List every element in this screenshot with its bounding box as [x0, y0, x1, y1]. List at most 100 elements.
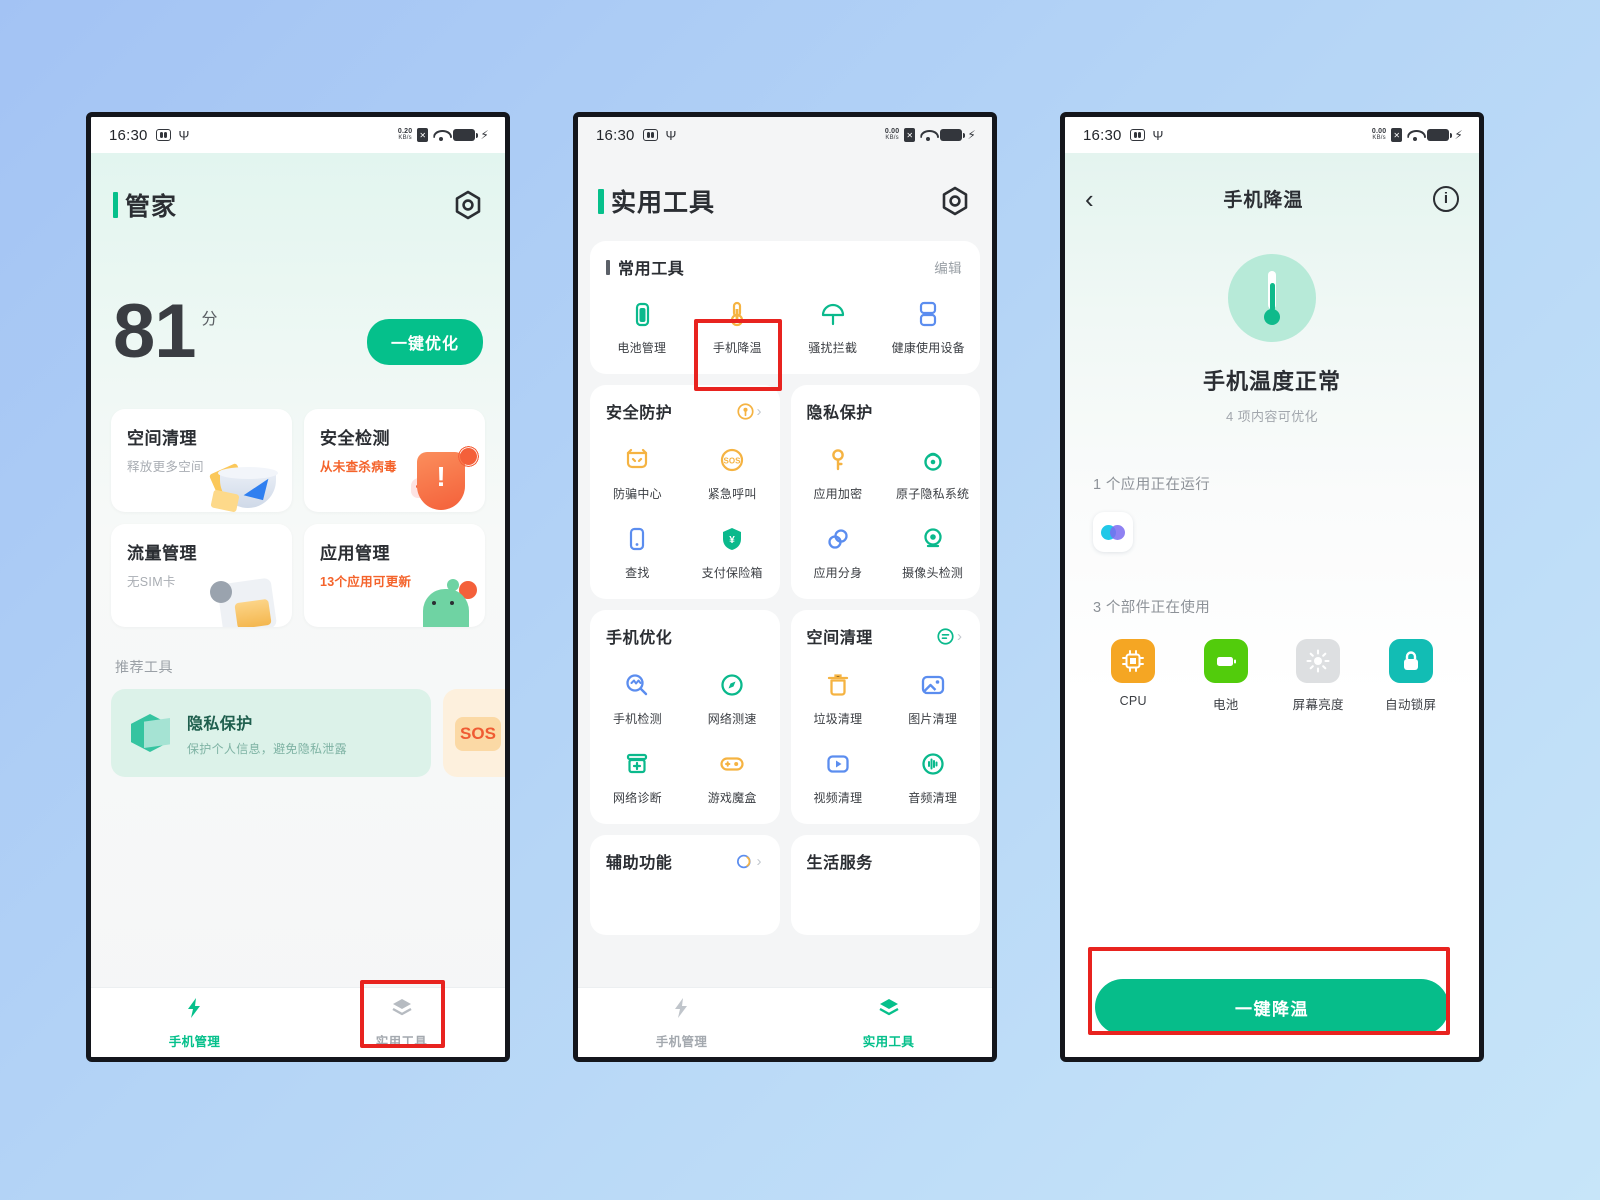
bolt-icon	[670, 996, 694, 1025]
home-header: 管家	[91, 153, 505, 223]
network-diag-icon	[622, 749, 652, 779]
tool-life-2[interactable]	[885, 895, 980, 901]
app-title-text: 管家	[125, 193, 178, 221]
android-illustration-icon	[387, 561, 479, 627]
tool-video-clean[interactable]: 视频清理	[791, 743, 886, 810]
score-display: 81 分	[113, 289, 218, 374]
card-security-scan[interactable]: 安全检测 从未查杀病毒	[304, 409, 485, 512]
panel-space-clean: 空间清理 › 垃圾清理 图片清理 视频清理 音频清理	[790, 610, 980, 824]
tool-label: 视频清理	[813, 791, 863, 805]
tool-phone-check[interactable]: 手机检测	[590, 664, 685, 731]
tool-camera-detect[interactable]: 摄像头检测	[885, 518, 980, 585]
panel-header-action[interactable]: ›	[736, 853, 762, 870]
layers-icon	[390, 996, 414, 1025]
shield-person-icon	[736, 402, 754, 420]
tool-app-clone[interactable]: 应用分身	[791, 518, 886, 585]
score-unit: 分	[201, 311, 218, 328]
panel-header-action[interactable]: ›	[937, 628, 962, 645]
wifi-icon	[433, 129, 448, 141]
nav-item-phone-manage[interactable]: 手机管理	[578, 988, 785, 1057]
charging-bolt-icon: ⚡	[480, 128, 489, 142]
tool-network-diagnose[interactable]: 网络诊断	[590, 743, 685, 810]
tool-network-speed[interactable]: 网络测速	[685, 664, 780, 731]
panel-title: 生活服务	[806, 855, 873, 872]
tool-game-box[interactable]: 游戏魔盒	[685, 743, 780, 810]
component-brightness[interactable]: 屏幕亮度	[1272, 639, 1365, 713]
panel-privacy-protection: 隐私保护 应用加密 原子隐私系统 应用分身 摄像头检测	[790, 385, 980, 599]
battery-icon	[1203, 639, 1248, 683]
tools-body: 常用工具 编辑 电池管理 手机降温 骚扰拦截 健康使用设备 安全防护 › 防骗中…	[578, 241, 992, 935]
recommend-card-privacy[interactable]: 隐私保护 保护个人信息，避免隐私泄露	[111, 689, 431, 777]
chat-clean-icon	[937, 627, 954, 645]
tool-life-1[interactable]	[791, 895, 886, 901]
tool-battery-manage[interactable]: 电池管理	[594, 293, 690, 360]
battery-icon	[627, 299, 657, 329]
component-label: 屏幕亮度	[1292, 698, 1344, 712]
panel-common-tools: 常用工具 编辑 电池管理 手机降温 骚扰拦截 健康使用设备	[590, 241, 980, 374]
assist-tools-grid-partial	[590, 879, 780, 901]
nav-item-utility-tools[interactable]: 实用工具	[785, 988, 992, 1057]
row-optimize-clean: 手机优化 手机检测 网络测速 网络诊断 游戏魔盒 空间清理 › 垃圾清理 图片清…	[590, 610, 980, 824]
common-tools-grid: 电池管理 手机降温 骚扰拦截 健康使用设备	[590, 285, 980, 360]
status-bar: 16:30 Ψ 0.00 KB/s ✕ ⚡	[1065, 117, 1479, 153]
card-app-manage[interactable]: 应用管理 13个应用可更新	[304, 524, 485, 627]
tool-find-device[interactable]: 查找	[590, 518, 685, 585]
card-space-clean[interactable]: 空间清理 释放更多空间	[111, 409, 292, 512]
nav-item-utility-tools[interactable]: 实用工具	[298, 988, 505, 1057]
running-apps-list	[1093, 512, 1479, 552]
settings-gear-icon[interactable]	[453, 190, 483, 220]
recommend-card-sos[interactable]: SOS	[443, 689, 505, 777]
network-rate-icon: 0.20 KB/s	[397, 128, 413, 141]
tool-payment-safe[interactable]: ¥ 支付保险箱	[685, 518, 780, 585]
status-time: 16:30	[596, 126, 635, 144]
tool-audio-clean[interactable]: 音频清理	[885, 743, 980, 810]
score-number: 81	[113, 289, 197, 374]
card-data-usage[interactable]: 流量管理 无SIM卡	[111, 524, 292, 627]
settings-gear-icon[interactable]	[940, 186, 970, 216]
home-screen-body: 管家 81 分 一键优化 空间清理 释放更多空间 安全检测 从未查杀病毒 ! 流…	[91, 153, 505, 1057]
tool-emergency-call[interactable]: SOS 紧急呼叫	[685, 439, 780, 506]
edit-button[interactable]: 编辑	[934, 257, 962, 277]
optimize-tools-grid: 手机检测 网络测速 网络诊断 游戏魔盒	[590, 654, 780, 810]
info-circle-icon[interactable]: i	[1433, 185, 1459, 212]
component-cpu[interactable]: CPU	[1087, 639, 1180, 713]
tool-atomic-privacy[interactable]: 原子隐私系统	[885, 439, 980, 506]
component-label: CPU	[1119, 694, 1147, 708]
tool-label: 防骗中心	[612, 487, 662, 501]
recommend-card-sub: 保护个人信息，避免隐私泄露	[187, 741, 347, 756]
tool-phone-cooling[interactable]: 手机降温	[690, 293, 786, 360]
svg-text:SOS: SOS	[724, 457, 742, 466]
tool-label: 应用加密	[813, 487, 863, 501]
call-assist-icon	[736, 853, 754, 870]
shield-yuan-icon: ¥	[717, 524, 747, 554]
tool-junk-clean[interactable]: 垃圾清理	[791, 664, 886, 731]
panel-life-services: 生活服务	[790, 835, 980, 935]
feature-card-grid: 空间清理 释放更多空间 安全检测 从未查杀病毒 流量管理 无SIM卡	[91, 409, 505, 627]
tool-harassment-block[interactable]: 骚扰拦截	[785, 293, 881, 360]
sos-label: SOS	[455, 717, 501, 751]
one-key-cooling-button[interactable]: 一键降温	[1095, 979, 1449, 1035]
tool-image-clean[interactable]: 图片清理	[885, 664, 980, 731]
status-bar: 16:30 Ψ 0.20 KB/s ✕ ⚡	[91, 117, 505, 153]
tool-assist-2[interactable]	[685, 895, 780, 901]
component-auto-lock[interactable]: 自动锁屏	[1365, 639, 1458, 713]
cooling-header: ‹ 手机降温 i	[1065, 153, 1479, 212]
chevron-left-icon[interactable]: ‹	[1085, 186, 1094, 212]
compass-icon	[717, 670, 747, 700]
sim-off-icon: ✕	[1391, 128, 1403, 142]
tool-healthy-use[interactable]: 健康使用设备	[881, 293, 977, 360]
nav-item-phone-manage[interactable]: 手机管理	[91, 988, 298, 1057]
panel-phone-optimize: 手机优化 手机检测 网络测速 网络诊断 游戏魔盒	[590, 610, 780, 824]
venn-app-icon[interactable]	[1093, 512, 1133, 552]
recommend-tools-label: 推荐工具	[115, 659, 173, 675]
phone-screen-tools: 16:30 Ψ 0.00 KB/s ✕ ⚡ 实用工具 常用工具 编辑 电池管理 …	[573, 112, 997, 1062]
tool-anti-fraud[interactable]: 防骗中心	[590, 439, 685, 506]
tool-label: 网络测速	[707, 712, 757, 726]
component-battery[interactable]: 电池	[1180, 639, 1273, 713]
tool-assist-1[interactable]	[590, 895, 685, 901]
tool-label: 摄像头检测	[902, 566, 964, 580]
tool-app-encrypt[interactable]: 应用加密	[791, 439, 886, 506]
panel-header-action[interactable]: ›	[736, 402, 762, 420]
nav-label: 实用工具	[862, 1034, 915, 1049]
one-key-optimize-button[interactable]: 一键优化	[366, 319, 483, 365]
